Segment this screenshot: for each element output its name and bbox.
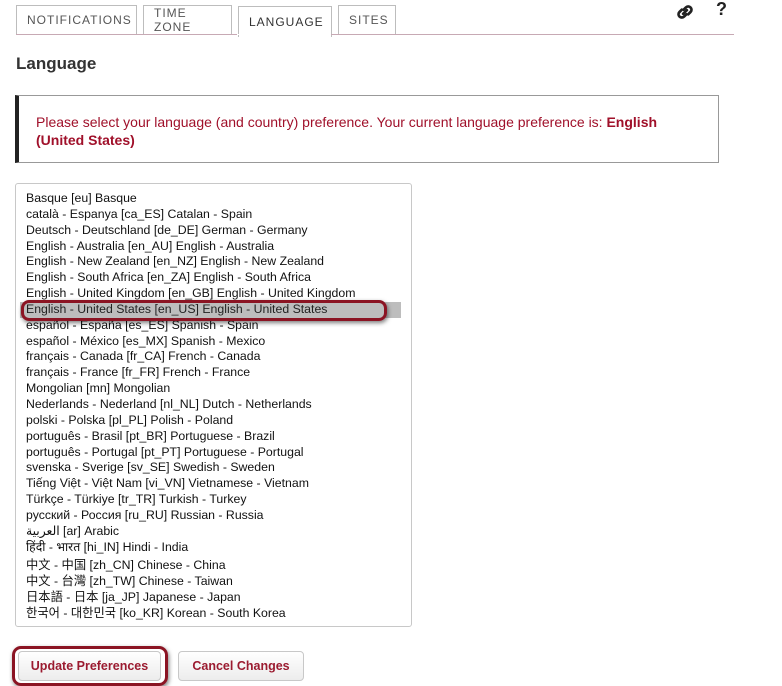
header-icons: ? <box>674 0 727 28</box>
language-option[interactable]: Türkçe - Türkiye [tr_TR] Turkish - Turke… <box>16 492 411 508</box>
tab-underline <box>16 34 734 35</box>
language-option[interactable]: हिंदी - भारत [hi_IN] Hindi - India <box>16 540 411 556</box>
language-option[interactable]: Basque [eu] Basque <box>16 191 411 207</box>
language-option[interactable]: 中文 - 台灣 [zh_TW] Chinese - Taiwan <box>16 574 411 590</box>
tab-language[interactable]: LANGUAGE <box>238 6 332 37</box>
tab-notifications[interactable]: NOTIFICATIONS <box>16 5 137 34</box>
language-option[interactable]: English - South Africa [en_ZA] English -… <box>16 270 411 286</box>
help-icon[interactable]: ? <box>716 0 727 28</box>
tab-bar: NOTIFICATIONS TIME ZONE LANGUAGE SITES <box>16 5 396 37</box>
language-option[interactable]: español - México [es_MX] Spanish - Mexic… <box>16 334 411 350</box>
language-option[interactable]: català - Espanya [ca_ES] Catalan - Spain <box>16 207 411 223</box>
language-option[interactable]: português - Portugal [pt_PT] Portuguese … <box>16 445 411 461</box>
update-preferences-button[interactable]: Update Preferences <box>18 651 161 681</box>
link-icon[interactable] <box>674 0 696 28</box>
language-option[interactable]: 한국어 - 대한민국 [ko_KR] Korean - South Korea <box>16 606 411 622</box>
language-option[interactable]: English - United States [en_US] English … <box>20 301 401 318</box>
language-option[interactable]: English - New Zealand [en_NZ] English - … <box>16 254 411 270</box>
language-notice: Please select your language (and country… <box>15 95 719 163</box>
language-option[interactable]: français - France [fr_FR] French - Franc… <box>16 365 411 381</box>
language-option[interactable]: العربية [ar] Arabic <box>16 524 411 540</box>
language-option[interactable]: español - España [es_ES] Spanish - Spain <box>16 318 411 334</box>
notice-text: Please select your language (and country… <box>36 114 607 130</box>
cancel-changes-button[interactable]: Cancel Changes <box>178 651 304 681</box>
language-option[interactable]: Mongolian [mn] Mongolian <box>16 381 411 397</box>
language-option[interactable]: Nederlands - Nederland [nl_NL] Dutch - N… <box>16 397 411 413</box>
language-option[interactable]: 中文 - 中国 [zh_CN] Chinese - China <box>16 558 411 574</box>
language-option[interactable]: русский - Россия [ru_RU] Russian - Russi… <box>16 508 411 524</box>
language-option[interactable]: English - Australia [en_AU] English - Au… <box>16 239 411 255</box>
page-title: Language <box>16 54 97 73</box>
language-option[interactable]: português - Brasil [pt_BR] Portuguese - … <box>16 429 411 445</box>
language-option[interactable]: polski - Polska [pl_PL] Polish - Poland <box>16 413 411 429</box>
tab-sites[interactable]: SITES <box>338 5 396 34</box>
language-option[interactable]: English - United Kingdom [en_GB] English… <box>16 286 411 302</box>
language-option[interactable]: Deutsch - Deutschland [de_DE] German - G… <box>16 223 411 239</box>
tab-time-zone[interactable]: TIME ZONE <box>143 5 232 34</box>
language-option[interactable]: 日本語 - 日本 [ja_JP] Japanese - Japan <box>16 590 411 606</box>
language-option[interactable]: Tiếng Việt - Việt Nam [vi_VN] Vietnamese… <box>16 476 411 492</box>
language-option[interactable]: svenska - Sverige [sv_SE] Swedish - Swed… <box>16 460 411 476</box>
language-option[interactable]: français - Canada [fr_CA] French - Canad… <box>16 349 411 365</box>
language-select-list[interactable]: Basque [eu] Basque català - Espanya [ca_E… <box>15 183 412 627</box>
